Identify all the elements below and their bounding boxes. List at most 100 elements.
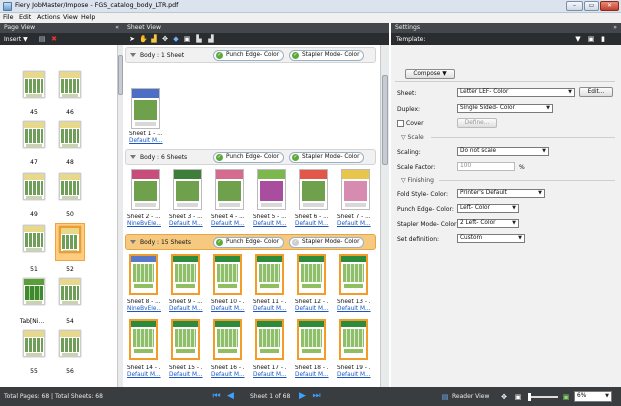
page-thumbnail[interactable]: [59, 71, 81, 98]
marker-tool-icon[interactable]: ◆: [172, 35, 180, 43]
scrollbar-thumb[interactable]: [382, 75, 388, 165]
sheet-thumbnail[interactable]: [339, 319, 368, 360]
zoom-out-icon[interactable]: ▣: [514, 393, 522, 401]
punch-edge-chip[interactable]: ✓ Punch Edge- Color: [213, 237, 285, 248]
stapler-mode-chip[interactable]: ✓ Stapler Mode- Color: [289, 152, 365, 163]
sheet-thumbnail[interactable]: [257, 169, 286, 210]
fit-icon[interactable]: ✥: [500, 393, 508, 401]
sheet-thumbnail[interactable]: [299, 169, 328, 210]
scale-factor-label: Scale Factor:: [397, 164, 436, 171]
page-thumbnail-selected[interactable]: [59, 226, 81, 253]
punch-edge-select[interactable]: Left- Color ▼: [457, 204, 519, 213]
page-thumbnail[interactable]: [23, 330, 45, 357]
crop-tool-icon[interactable]: ▟: [150, 35, 158, 43]
group-header-body-15[interactable]: Body : 15 Sheets ✓ Punch Edge- Color ✓ Sta…: [125, 234, 376, 250]
prev-sheet-icon[interactable]: ◀: [226, 391, 235, 402]
first-sheet-icon[interactable]: ⏮: [212, 391, 221, 402]
stapler-mode-chip[interactable]: ✓ Stapler Mode- Color: [289, 237, 365, 248]
define-button[interactable]: Define...: [457, 118, 497, 128]
next-sheet-icon[interactable]: ▶: [298, 391, 307, 402]
delete-icon[interactable]: ✖: [50, 35, 58, 43]
expand-arrow-icon[interactable]: [130, 155, 136, 159]
page-view-title: Page View: [4, 24, 36, 31]
menu-actions[interactable]: Actions: [37, 14, 60, 21]
move-tool-icon[interactable]: ✥: [161, 35, 169, 43]
page-thumbnail[interactable]: [59, 121, 81, 148]
align-left-icon[interactable]: ▙: [195, 35, 203, 43]
page-thumbnail[interactable]: [59, 173, 81, 200]
pointer-tool-icon[interactable]: ➤: [128, 35, 136, 43]
menu-view[interactable]: View: [63, 14, 78, 21]
sheet-select[interactable]: Letter LEF- Color ▼: [457, 88, 575, 97]
sheet-thumbnail[interactable]: [213, 254, 242, 295]
sheet-tool-icon[interactable]: ▣: [183, 35, 191, 43]
page-thumbnail[interactable]: [59, 278, 81, 305]
sheet-thumbnail[interactable]: [215, 169, 244, 210]
sheet-thumbnail[interactable]: [339, 254, 368, 295]
menu-bar: File Edit Actions View Help: [0, 13, 621, 23]
last-sheet-icon[interactable]: ⏭: [312, 391, 321, 402]
sheet-view-toolbar: ➤ ✋ ▟ ✥ ◆ ▣ ▙ ▟: [123, 33, 389, 45]
delete-template-icon[interactable]: ▮: [599, 35, 607, 43]
maximize-button[interactable]: ▭: [584, 1, 599, 11]
sheet-thumbnail[interactable]: [171, 319, 200, 360]
scale-factor-input[interactable]: 100: [457, 162, 515, 171]
duplex-select[interactable]: Single Sided- Color ▼: [457, 104, 553, 113]
sheet-thumbnail[interactable]: [131, 169, 160, 210]
zoom-slider-handle[interactable]: [528, 393, 531, 401]
page-thumbnail[interactable]: [23, 225, 45, 252]
sheet-thumbnail[interactable]: [173, 169, 202, 210]
reader-view-label[interactable]: Reader View: [452, 393, 489, 400]
sheet-thumbnail[interactable]: [131, 88, 160, 129]
page-thumbnail[interactable]: [23, 278, 45, 305]
chevron-down-icon: ▼: [512, 205, 516, 211]
expand-icon[interactable]: »: [613, 23, 617, 33]
group-header-body-6[interactable]: Body : 6 Sheets ✓ Punch Edge- Color ✓ Stap…: [125, 149, 376, 165]
sheet-thumbnail[interactable]: [297, 319, 326, 360]
expand-arrow-icon[interactable]: [130, 240, 136, 244]
align-right-icon[interactable]: ▟: [207, 35, 215, 43]
sheet-thumbnail[interactable]: [213, 319, 242, 360]
template-dropdown-icon[interactable]: ▼: [574, 35, 582, 43]
expand-arrow-icon[interactable]: [130, 53, 136, 57]
scaling-select[interactable]: Do not scale ▼: [457, 147, 549, 156]
sheet-thumbnail[interactable]: [171, 254, 200, 295]
stapler-mode-select[interactable]: 2 Left- Color ▼: [457, 219, 519, 228]
menu-file[interactable]: File: [3, 14, 14, 21]
page-thumbnail[interactable]: [23, 121, 45, 148]
sheet-thumbnail[interactable]: [341, 169, 370, 210]
page-settings-icon[interactable]: ▤: [38, 35, 46, 43]
sheet-thumbnail[interactable]: [129, 254, 158, 295]
chevron-down-icon: ▼: [605, 393, 609, 399]
compose-dropdown[interactable]: Compose ▼: [405, 69, 455, 79]
menu-help[interactable]: Help: [81, 14, 95, 21]
minimize-button[interactable]: –: [566, 1, 583, 11]
close-button[interactable]: ✕: [600, 1, 619, 11]
page-thumbnail[interactable]: [23, 71, 45, 98]
sheet-thumbnail[interactable]: [297, 254, 326, 295]
check-icon: ✓: [292, 239, 299, 246]
zoom-in-icon[interactable]: ▣: [562, 393, 570, 401]
insert-button[interactable]: Insert ▼: [4, 36, 28, 43]
page-thumbnail[interactable]: [59, 330, 81, 357]
punch-edge-chip[interactable]: ✓ Punch Edge- Color: [213, 50, 285, 61]
save-template-icon[interactable]: ▣: [587, 35, 595, 43]
cover-checkbox[interactable]: [397, 120, 404, 127]
menu-edit[interactable]: Edit: [19, 14, 31, 21]
stapler-mode-chip[interactable]: ✓ Stapler Mode- Color: [289, 50, 365, 61]
sheet-thumbnail[interactable]: [255, 319, 284, 360]
set-definition-select[interactable]: Custom ▼: [457, 234, 525, 243]
sheet-thumbnail[interactable]: [129, 319, 158, 360]
sheet-view-scrollbar[interactable]: [380, 45, 389, 387]
hand-tool-icon[interactable]: ✋: [139, 35, 148, 43]
punch-edge-chip[interactable]: ✓ Punch Edge- Color: [213, 152, 285, 163]
reader-view-icon[interactable]: ▤: [441, 393, 449, 401]
group-header-body-1[interactable]: Body : 1 Sheet ✓ Punch Edge- Color ✓ Stapl…: [125, 47, 376, 63]
zoom-slider[interactable]: [528, 393, 558, 401]
page-thumbnail[interactable]: [23, 173, 45, 200]
fold-style-select[interactable]: Printer's Default ▼: [457, 189, 545, 198]
zoom-select[interactable]: 6% ▼: [574, 391, 612, 402]
sheet-thumbnail[interactable]: [255, 254, 284, 295]
collapse-icon[interactable]: «: [115, 23, 119, 33]
edit-button[interactable]: Edit...: [579, 87, 613, 97]
